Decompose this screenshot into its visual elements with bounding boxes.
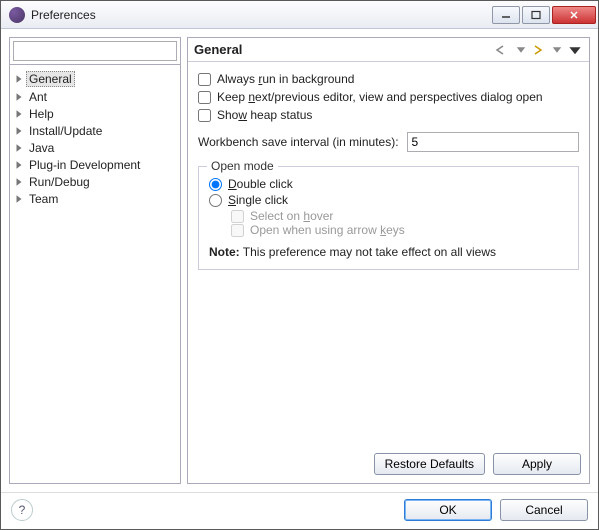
ok-button[interactable]: OK <box>404 499 492 521</box>
checkbox-input <box>231 224 244 237</box>
view-menu-icon[interactable] <box>567 43 583 57</box>
checkbox-always-run-bg[interactable]: Always run in background <box>198 72 579 86</box>
tree-item-pde[interactable]: Plug-in Development <box>12 157 178 173</box>
nav-back-menu-icon[interactable] <box>513 43 529 57</box>
preference-tree[interactable]: General Ant Help Install/Update Java Plu… <box>10 65 180 483</box>
checkbox-select-on-hover: Select on hover <box>231 209 568 223</box>
expand-icon[interactable] <box>14 143 24 153</box>
tree-item-ant[interactable]: Ant <box>12 89 178 105</box>
checkbox-open-arrow-keys: Open when using arrow keys <box>231 223 568 237</box>
dialog-button-row: OK Cancel <box>404 499 588 521</box>
page-header: General <box>188 38 589 62</box>
radio-double-click[interactable]: Double click <box>209 177 568 191</box>
checkbox-input[interactable] <box>198 73 211 86</box>
expand-icon[interactable] <box>14 160 24 170</box>
nav-forward-menu-icon[interactable] <box>549 43 565 57</box>
dialog-footer: ? OK Cancel <box>1 492 598 529</box>
save-interval-label: Workbench save interval (in minutes): <box>198 135 399 149</box>
group-legend: Open mode <box>207 159 278 173</box>
tree-label: Java <box>26 141 57 155</box>
tree-item-java[interactable]: Java <box>12 140 178 156</box>
nav-back-icon[interactable] <box>495 43 511 57</box>
page-content: Always run in background Keep next/previ… <box>188 62 589 445</box>
close-button[interactable] <box>552 6 596 24</box>
tree-item-team[interactable]: Team <box>12 191 178 207</box>
expand-icon[interactable] <box>14 92 24 102</box>
tree-label: Team <box>26 192 61 206</box>
expand-icon[interactable] <box>14 74 24 84</box>
tree-item-help[interactable]: Help <box>12 106 178 122</box>
expand-icon[interactable] <box>14 194 24 204</box>
checkbox-label: Always run in background <box>217 72 354 86</box>
expand-icon[interactable] <box>14 109 24 119</box>
minimize-button[interactable] <box>492 6 520 24</box>
tree-label: Plug-in Development <box>26 158 143 172</box>
maximize-button[interactable] <box>522 6 550 24</box>
left-panel: General Ant Help Install/Update Java Plu… <box>9 37 181 484</box>
page-button-row: Restore Defaults Apply <box>188 445 589 483</box>
tree-label: General <box>26 71 75 87</box>
titlebar: Preferences <box>1 1 598 29</box>
help-button[interactable]: ? <box>11 499 33 521</box>
expand-icon[interactable] <box>14 177 24 187</box>
tree-label: Ant <box>26 90 50 104</box>
tree-item-general[interactable]: General <box>12 70 178 88</box>
filter-box <box>10 38 180 65</box>
tree-label: Run/Debug <box>26 175 93 189</box>
radio-label: Double click <box>228 177 293 191</box>
window-title: Preferences <box>31 8 492 22</box>
checkbox-label: Show heap status <box>217 108 312 122</box>
checkbox-label: Select on hover <box>250 209 333 223</box>
radio-single-click[interactable]: Single click <box>209 193 568 207</box>
checkbox-keep-editor[interactable]: Keep next/previous editor, view and pers… <box>198 90 579 104</box>
expand-icon[interactable] <box>14 126 24 136</box>
save-interval-row: Workbench save interval (in minutes): <box>198 132 579 152</box>
app-icon <box>9 7 25 23</box>
radio-label: Single click <box>228 193 288 207</box>
radio-input[interactable] <box>209 178 222 191</box>
apply-button[interactable]: Apply <box>493 453 581 475</box>
checkbox-label: Open when using arrow keys <box>250 223 405 237</box>
tree-item-run-debug[interactable]: Run/Debug <box>12 174 178 190</box>
page-title: General <box>194 42 493 57</box>
right-panel: General Always run in background Keep ne… <box>187 37 590 484</box>
checkbox-input <box>231 210 244 223</box>
cancel-button[interactable]: Cancel <box>500 499 588 521</box>
nav-forward-icon[interactable] <box>531 43 547 57</box>
checkbox-input[interactable] <box>198 91 211 104</box>
save-interval-input[interactable] <box>407 132 579 152</box>
restore-defaults-button[interactable]: Restore Defaults <box>374 453 485 475</box>
radio-input[interactable] <box>209 194 222 207</box>
window-buttons <box>492 6 596 24</box>
tree-label: Help <box>26 107 57 121</box>
checkbox-label: Keep next/previous editor, view and pers… <box>217 90 543 104</box>
filter-input[interactable] <box>13 41 177 61</box>
open-mode-note: Note: This preference may not take effec… <box>209 245 568 259</box>
open-mode-group: Open mode Double click Single click Sele… <box>198 166 579 270</box>
tree-label: Install/Update <box>26 124 105 138</box>
checkbox-heap-status[interactable]: Show heap status <box>198 108 579 122</box>
tree-item-install-update[interactable]: Install/Update <box>12 123 178 139</box>
checkbox-input[interactable] <box>198 109 211 122</box>
